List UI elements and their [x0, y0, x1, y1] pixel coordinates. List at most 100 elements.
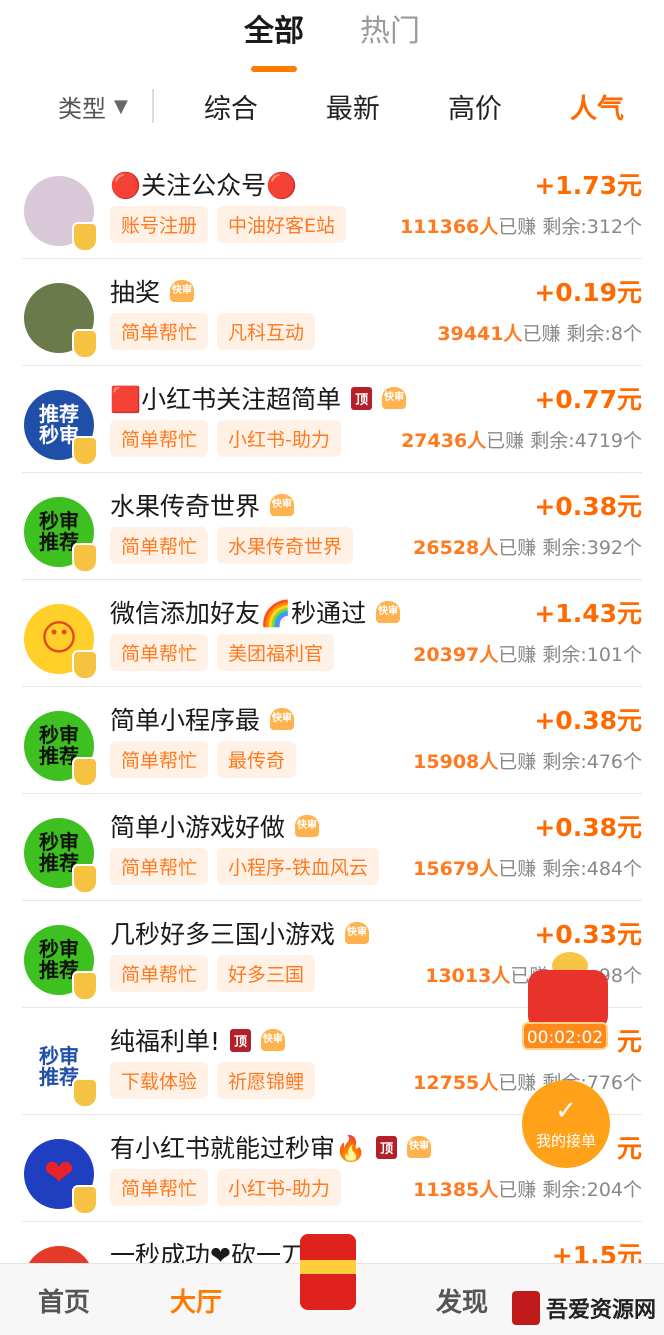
remaining-count: 剩余:476个 — [542, 751, 642, 773]
medal-icon — [72, 757, 98, 787]
remaining-count: 剩余:8个 — [566, 323, 643, 345]
nav-red-envelope-icon[interactable] — [300, 1234, 364, 1324]
task-title-text: 简单小游戏好做 — [110, 813, 286, 842]
task-tag: 简单帮忙 — [110, 420, 209, 457]
type-dropdown-label: 类型 — [58, 94, 106, 123]
tab-all[interactable]: 全部 — [244, 6, 304, 64]
nav-home[interactable]: 首页 — [38, 1282, 90, 1319]
task-reward: +0.38元 — [534, 492, 642, 521]
task-title: 水果传奇世界 快审 — [110, 487, 295, 523]
task-tag: 简单帮忙 — [110, 1169, 209, 1206]
task-tag: 祈愿锦鲤 — [217, 1062, 316, 1099]
task-tags: 简单帮忙 好多三国 — [110, 955, 316, 992]
envelope-flap — [300, 1260, 356, 1274]
task-tag: 小程序-铁血风云 — [217, 848, 379, 885]
task-reward: +1.43元 — [534, 599, 642, 628]
my-orders-button[interactable]: ✓ 我的接单 — [522, 1080, 610, 1168]
sort-popular[interactable]: 人气 — [570, 87, 624, 126]
watermark: 吾爱资源网 — [511, 1291, 656, 1325]
avatar: 秒审推荐 — [24, 1032, 98, 1108]
task-tag: 水果传奇世界 — [217, 527, 354, 564]
avatar: ❤ — [24, 1139, 98, 1215]
task-title-text: 🔴关注公众号🔴 — [110, 171, 298, 200]
type-dropdown[interactable]: 类型 ▼ — [58, 89, 154, 123]
task-title: 🔴关注公众号🔴 — [110, 166, 297, 202]
task-tag: 简单帮忙 — [110, 634, 209, 671]
filter-bar: 类型 ▼ 综合 最新 高价 人气 — [0, 64, 664, 148]
task-row[interactable]: 推荐秒审 🟥小红书关注超简单顶快审 +0.77元 简单帮忙 小红书-助力 27436人已赚… — [22, 366, 642, 473]
task-row[interactable]: 🔴关注公众号🔴 +1.73元 账号注册 中油好客E站 111366人已赚 剩余:312个 — [22, 152, 642, 259]
watermark-text: 吾爱资源网 — [545, 1297, 656, 1323]
task-tags: 简单帮忙 水果传奇世界 — [110, 527, 354, 564]
task-reward: 元 — [616, 1134, 642, 1163]
bottom-nav: 首页 大厅 发现 吾爱资源网 — [0, 1234, 664, 1335]
task-tag: 小红书-助力 — [217, 1169, 341, 1206]
earned-count: 20397人 — [413, 644, 499, 666]
task-tag: 好多三国 — [217, 955, 316, 992]
task-row[interactable]: 秒审推荐 简单小游戏好做 快审 +0.38元 简单帮忙 小程序-铁血风云 15679人已赚 … — [22, 794, 642, 901]
task-stats: 15908人已赚 剩余:476个 — [413, 747, 642, 774]
red-envelope-icon — [528, 970, 608, 1030]
fast-review-badge-icon: 快审 — [270, 494, 295, 516]
task-stats: 15679人已赚 剩余:484个 — [413, 854, 642, 881]
earned-count: 39441人 — [437, 323, 523, 345]
task-stats: 11385人已赚 剩余:204个 — [413, 1175, 642, 1202]
earned-suffix: 已赚 — [486, 430, 525, 452]
task-tag: 简单帮忙 — [110, 527, 209, 564]
task-row[interactable]: 秒审推荐 简单小程序最 快审 +0.38元 简单帮忙 最传奇 15908人已赚 剩余:476… — [22, 687, 642, 794]
task-title-text: 简单小程序最 — [110, 706, 261, 735]
task-title-text: 几秒好多三国小游戏 — [110, 920, 336, 949]
task-reward: 元 — [616, 1027, 642, 1056]
task-tags: 简单帮忙 小红书-助力 — [110, 1169, 341, 1206]
task-row[interactable]: 秒审推荐 水果传奇世界 快审 +0.38元 简单帮忙 水果传奇世界 26528人已赚 剩余:… — [22, 473, 642, 580]
avatar: 秒审推荐 — [24, 925, 98, 1001]
pinned-badge: 顶 — [351, 386, 373, 410]
watermark-logo-icon — [511, 1291, 540, 1325]
task-row[interactable]: 抽奖 快审 +0.19元 简单帮忙 凡科互动 39441人已赚 剩余:8个 — [22, 259, 642, 366]
pinned-badge: 顶 — [230, 1028, 252, 1052]
task-tags: 简单帮忙 小程序-铁血风云 — [110, 848, 379, 885]
medal-icon — [72, 543, 98, 573]
task-tag: 简单帮忙 — [110, 313, 209, 350]
task-title-text: 水果传奇世界 — [110, 492, 261, 521]
task-title: 简单小程序最 快审 — [110, 701, 295, 737]
fast-review-badge-icon: 快审 — [407, 1136, 432, 1158]
floating-redpack-timer[interactable]: 00:02:02 — [522, 948, 618, 1052]
task-tags: 简单帮忙 小红书-助力 — [110, 420, 341, 457]
task-reward: +0.38元 — [534, 813, 642, 842]
nav-hall[interactable]: 大厅 — [170, 1282, 222, 1319]
task-reward: +1.73元 — [534, 171, 642, 200]
task-title: 🟥小红书关注超简单顶快审 — [110, 380, 407, 416]
earned-suffix: 已赚 — [498, 644, 537, 666]
task-row[interactable]: 😶 微信添加好友🌈秒通过 快审 +1.43元 简单帮忙 美团福利官 20397人已赚 剩余:… — [22, 580, 642, 687]
sort-high-price[interactable]: 高价 — [448, 87, 502, 126]
remaining-count: 剩余:484个 — [542, 858, 642, 880]
task-tags: 下载体验 祈愿锦鲤 — [110, 1062, 316, 1099]
fast-review-badge-icon: 快审 — [261, 1029, 286, 1051]
caret-down-icon: ▼ — [114, 95, 128, 117]
fast-review-badge-icon: 快审 — [295, 815, 320, 837]
earned-count: 111366人 — [399, 216, 499, 238]
top-tab-bar: 全部 热门 — [0, 0, 664, 64]
avatar — [24, 176, 98, 252]
tab-hot[interactable]: 热门 — [360, 6, 420, 64]
task-reward: +0.33元 — [534, 920, 642, 949]
earned-suffix: 已赚 — [498, 1179, 537, 1201]
task-tag: 简单帮忙 — [110, 955, 209, 992]
task-title-text: 纯福利单! — [110, 1027, 221, 1056]
task-tag: 简单帮忙 — [110, 741, 209, 778]
medal-icon — [72, 222, 98, 252]
task-tag: 小红书-助力 — [217, 420, 341, 457]
task-tag: 凡科互动 — [217, 313, 316, 350]
fast-review-badge-icon: 快审 — [376, 601, 401, 623]
task-title: 几秒好多三国小游戏 快审 — [110, 915, 370, 951]
task-title: 简单小游戏好做 快审 — [110, 808, 320, 844]
task-reward: +0.77元 — [534, 385, 642, 414]
nav-discover[interactable]: 发现 — [436, 1282, 488, 1319]
medal-icon — [72, 650, 98, 680]
earned-count: 11385人 — [413, 1179, 499, 1201]
sort-newest[interactable]: 最新 — [326, 87, 380, 126]
task-tag: 最传奇 — [217, 741, 297, 778]
sort-comprehensive[interactable]: 综合 — [204, 87, 258, 126]
avatar — [24, 283, 98, 359]
